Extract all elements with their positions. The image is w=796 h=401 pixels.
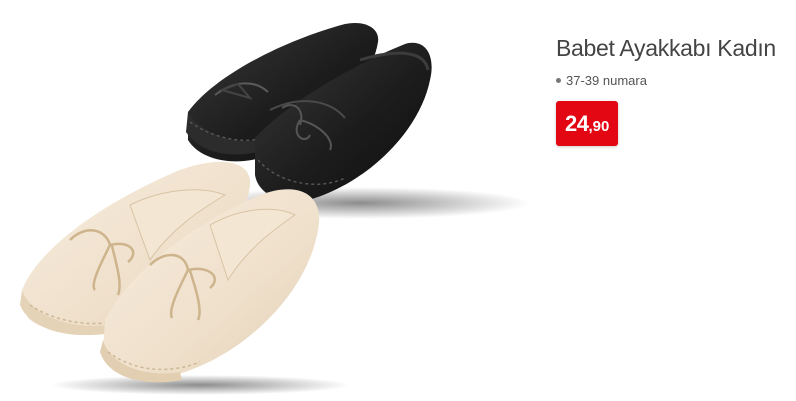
bullet-icon (556, 78, 561, 84)
shoe-pair-icon (20, 22, 530, 395)
product-title: Babet Ayakkabı Kadın (556, 35, 776, 61)
product-info: Babet Ayakkabı Kadın 37-39 numara 24,90 (556, 32, 786, 146)
product-image (0, 0, 530, 401)
feature-list: 37-39 numara (556, 73, 786, 89)
feature-text: 37-39 numara (566, 73, 647, 88)
price-integer: 24 (565, 111, 589, 136)
feature-item: 37-39 numara (556, 73, 786, 89)
price-decimal: ,90 (588, 118, 610, 135)
price-badge: 24,90 (556, 101, 619, 146)
